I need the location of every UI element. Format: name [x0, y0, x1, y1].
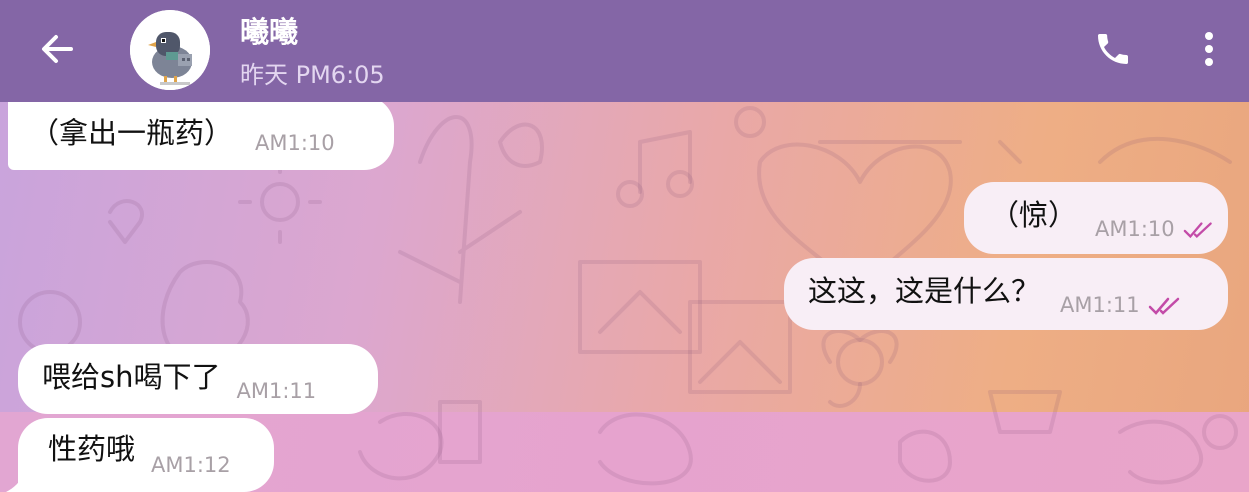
message-incoming[interactable]: 性药哦 AM1:12 [18, 418, 274, 492]
message-outgoing[interactable]: （惊） AM1:10 [964, 182, 1228, 254]
more-options-button[interactable] [1190, 26, 1228, 72]
contact-avatar[interactable] [130, 10, 210, 90]
back-button[interactable] [34, 26, 80, 72]
message-time: AM1:11 [1060, 293, 1140, 317]
message-outgoing[interactable]: 这这，这是什么？ AM1:11 [784, 258, 1228, 330]
message-text: 性药哦 [48, 432, 136, 466]
message-incoming[interactable]: （拿出一瓶药） AM1:10 [8, 102, 394, 170]
message-time: AM1:10 [1095, 217, 1175, 241]
bubble-tail [6, 474, 24, 492]
message-text: （拿出一瓶药） [30, 116, 234, 150]
contact-name[interactable]: 曦曦 [240, 9, 298, 51]
back-arrow-icon [42, 35, 73, 63]
message-text: 这这，这是什么？ [808, 274, 1041, 308]
call-button[interactable] [1090, 26, 1136, 72]
message-text: 喂给sh喝下了 [42, 360, 221, 394]
chat-background: （拿出一瓶药） AM1:10 （惊） AM1:10 这这，这是什么？ AM1:1… [0, 102, 1249, 492]
read-checkmarks-icon [1148, 297, 1179, 315]
message-time: AM1:12 [151, 453, 231, 477]
phone-icon [1098, 34, 1128, 64]
read-checkmarks-icon [1183, 222, 1212, 239]
message-time: AM1:11 [236, 379, 317, 403]
chat-header: 曦曦 昨天 PM6:05 [0, 0, 1249, 102]
message-time: AM1:10 [255, 131, 335, 155]
message-text: （惊） [990, 198, 1078, 232]
more-vertical-icon [1205, 32, 1213, 66]
last-seen-status: 昨天 PM6:05 [240, 61, 385, 89]
pigeon-avatar-icon [130, 10, 210, 90]
message-incoming[interactable]: 喂给sh喝下了 AM1:11 [18, 344, 378, 414]
